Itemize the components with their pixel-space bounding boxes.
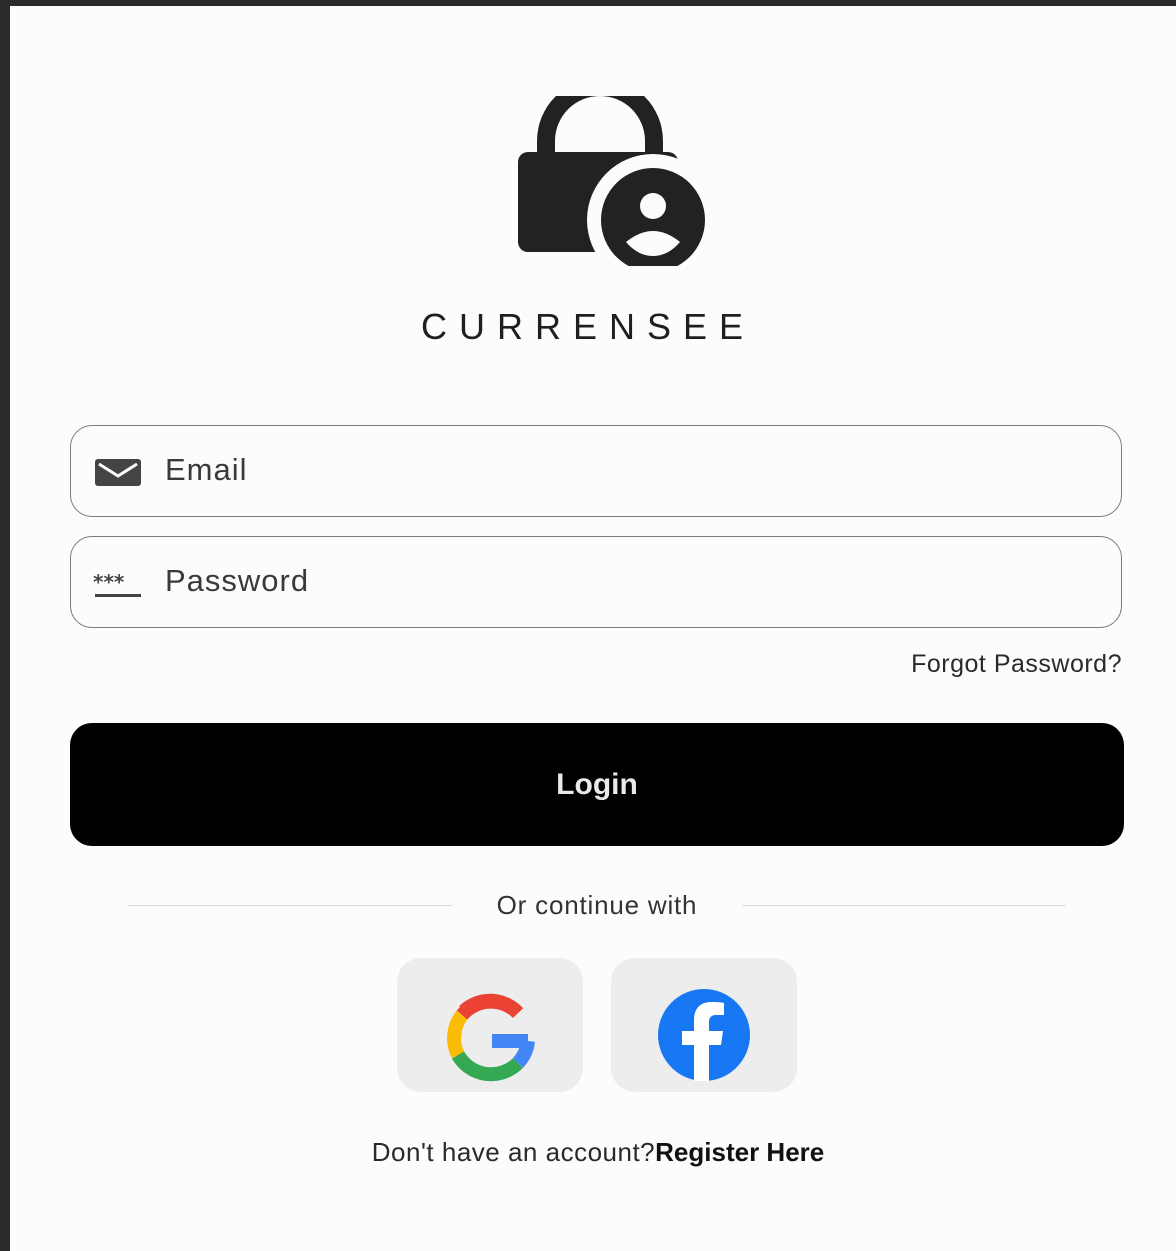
register-link[interactable]: Register Here [655, 1137, 824, 1167]
email-field[interactable]: Email [70, 425, 1122, 517]
email-placeholder: Email [165, 452, 248, 487]
password-placeholder: Password [165, 563, 310, 598]
login-button[interactable]: Login [70, 723, 1124, 846]
app-title: CURRENSEE [420, 306, 756, 347]
lock-user-icon [518, 96, 718, 266]
password-field[interactable]: *** Password [70, 536, 1122, 628]
register-prompt-text: Don't have an account? [371, 1137, 656, 1167]
email-icon [95, 459, 141, 486]
password-icon: *** [93, 570, 141, 597]
login-button-label: Login [556, 768, 638, 801]
forgot-password-link[interactable]: Forgot Password? [911, 650, 1122, 679]
svg-text:***: *** [93, 570, 125, 594]
register-prompt: Don't have an account?Register Here [0, 1137, 1176, 1168]
divider-text: Or continue with [496, 890, 698, 920]
facebook-login-button[interactable] [611, 958, 797, 1092]
google-icon [445, 993, 535, 1084]
facebook-icon [658, 989, 750, 1081]
google-login-button[interactable] [397, 958, 583, 1092]
